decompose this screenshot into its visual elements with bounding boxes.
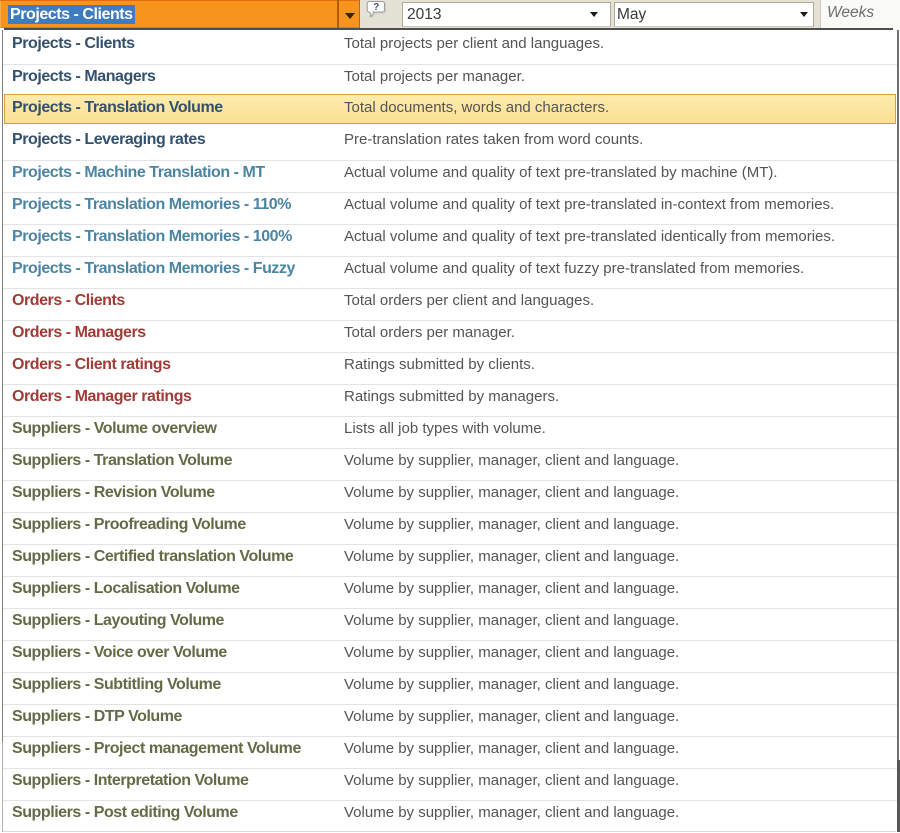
svg-text:?: ? <box>373 2 379 13</box>
